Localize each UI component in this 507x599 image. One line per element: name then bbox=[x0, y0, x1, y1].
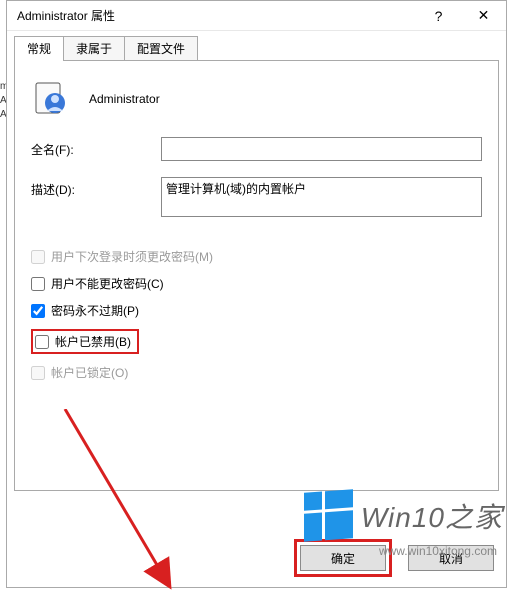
close-icon: ✕ bbox=[478, 7, 490, 24]
ok-button[interactable]: 确定 bbox=[300, 545, 386, 571]
checkbox-disabled-row: 帐户已禁用(B) bbox=[31, 329, 482, 354]
checkbox-locked-label: 帐户已锁定(O) bbox=[51, 364, 128, 381]
help-button[interactable]: ? bbox=[416, 1, 461, 30]
checkbox-locked-box bbox=[31, 366, 45, 380]
description-input[interactable] bbox=[161, 177, 482, 217]
checkbox-disabled-highlight: 帐户已禁用(B) bbox=[31, 329, 139, 354]
client-area: 常规 隶属于 配置文件 Administrator 全名(F): bbox=[14, 39, 499, 535]
tab-profile[interactable]: 配置文件 bbox=[124, 36, 198, 60]
window-title: Administrator 属性 bbox=[17, 7, 416, 24]
checkbox-never-expire-label: 密码永不过期(P) bbox=[51, 302, 139, 319]
user-icon bbox=[31, 79, 71, 119]
fullname-input[interactable] bbox=[161, 137, 482, 161]
titlebar: Administrator 属性 ? ✕ bbox=[7, 1, 506, 31]
checkbox-cannot-change-label: 用户不能更改密码(C) bbox=[51, 275, 164, 292]
checkbox-never-expire-box[interactable] bbox=[31, 304, 45, 318]
ok-highlight: 确定 bbox=[294, 539, 392, 577]
checkbox-cannot-change-box[interactable] bbox=[31, 277, 45, 291]
fullname-row: 全名(F): bbox=[31, 137, 482, 161]
account-username: Administrator bbox=[89, 92, 160, 106]
close-button[interactable]: ✕ bbox=[461, 1, 506, 30]
description-label: 描述(D): bbox=[31, 177, 161, 198]
checkbox-cannot-change[interactable]: 用户不能更改密码(C) bbox=[31, 275, 482, 292]
help-icon: ? bbox=[435, 8, 443, 24]
checkbox-never-expire[interactable]: 密码永不过期(P) bbox=[31, 302, 482, 319]
account-header: Administrator bbox=[31, 79, 482, 119]
checkbox-locked: 帐户已锁定(O) bbox=[31, 364, 482, 381]
tab-general[interactable]: 常规 bbox=[14, 36, 64, 60]
titlebar-buttons: ? ✕ bbox=[416, 1, 506, 30]
description-row: 描述(D): bbox=[31, 177, 482, 220]
checkbox-must-change-box bbox=[31, 250, 45, 264]
general-panel: Administrator 全名(F): 描述(D): 用户下次登录时须更改密码… bbox=[14, 61, 499, 491]
dialog-window: Administrator 属性 ? ✕ 常规 隶属于 配置文件 bbox=[6, 0, 507, 588]
watermark-url: www.win10xitong.com bbox=[379, 544, 497, 558]
checkbox-must-change: 用户下次登录时须更改密码(M) bbox=[31, 248, 482, 265]
tab-memberof[interactable]: 隶属于 bbox=[63, 36, 125, 60]
checkbox-must-change-label: 用户下次登录时须更改密码(M) bbox=[51, 248, 213, 265]
annotation-arrow bbox=[55, 409, 195, 599]
tabs: 常规 隶属于 配置文件 bbox=[14, 39, 499, 61]
checkbox-disabled-label: 帐户已禁用(B) bbox=[55, 333, 131, 350]
checkbox-disabled-box[interactable] bbox=[35, 335, 49, 349]
fullname-label: 全名(F): bbox=[31, 137, 161, 158]
